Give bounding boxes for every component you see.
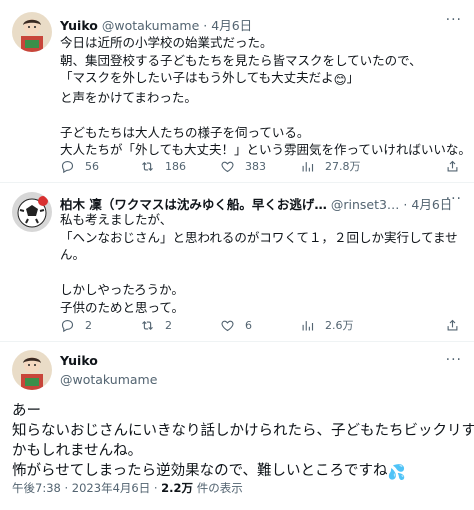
tweet-1[interactable]: Yuiko @wotakumame · 4月6日 ··· 今日は近所の小学校の始…: [0, 0, 474, 182]
handle[interactable]: @wotakumame: [102, 18, 199, 33]
handle[interactable]: @rinset3…: [331, 197, 400, 212]
retweet-button[interactable]: 186: [140, 159, 220, 174]
tweet-full-date[interactable]: 2023年4月6日: [72, 481, 150, 495]
separator: ·: [64, 481, 69, 495]
text-line: 朝、集団登校する子どもたちを見たら皆マスクをしていたので、: [60, 52, 422, 68]
display-name[interactable]: Yuiko: [60, 18, 98, 33]
reply-button[interactable]: 2: [60, 318, 140, 333]
views-button[interactable]: 2.6万: [300, 317, 420, 333]
share-button[interactable]: [445, 159, 460, 174]
text-line: ん。: [60, 247, 86, 262]
text-line: 「マスクを外したい子はもう外しても大丈夫だよ😊」: [60, 69, 460, 89]
display-name[interactable]: Yuiko: [60, 353, 98, 368]
divider: [0, 341, 474, 342]
text-line: と声をかけてまわった。: [60, 89, 197, 105]
tweet-time[interactable]: 午後7:38: [12, 481, 61, 495]
avatar[interactable]: [12, 12, 52, 52]
text-fragment: 」: [346, 70, 360, 85]
tweet-date[interactable]: 4月6日: [211, 18, 252, 33]
text-fragment: 「マスクを外したい子はもう外しても大丈夫だよ: [60, 70, 334, 85]
text-line: 「ヘンなおじさん」と思われるのがコワくて１，２回しか実行してませ: [60, 229, 458, 245]
views-label: 件の表示: [196, 481, 243, 495]
tweet-header: Yuiko @wotakumame · 4月6日: [60, 15, 252, 34]
reply-icon: [60, 318, 75, 333]
more-icon[interactable]: ···: [446, 352, 462, 368]
action-bar: 56 186 383 27.8万: [60, 157, 460, 175]
smile-emoji-icon: 😊: [333, 72, 347, 87]
main-tweet-text: あー 知らないおじさんにいきなり話しかけられたら、子どもたちビックリする かもし…: [12, 401, 474, 483]
retweet-button[interactable]: 2: [140, 318, 220, 333]
retweet-count: 186: [165, 159, 186, 173]
views-icon: [300, 159, 315, 174]
text-fragment: 怖がらせてしまったら逆効果なので、難しいところですね: [12, 463, 388, 479]
sweat-drops-icon: 💦: [387, 465, 406, 481]
tweet-text: 今日は近所の小学校の始業式だった。 朝、集団登校する子どもたちを見たら皆マスクを…: [60, 34, 471, 159]
separator: ·: [153, 481, 158, 495]
text-line: 大人たちが「外しても大丈夫！」という雰囲気を作っていければいいな。: [60, 142, 471, 157]
action-bar: 2 2 6 2.6万: [60, 316, 460, 334]
share-icon: [445, 159, 460, 174]
tweet-meta: 午後7:38 · 2023年4月6日 · 2.2万 件の表示: [12, 480, 243, 496]
retweet-count: 2: [165, 318, 172, 332]
like-button[interactable]: 383: [220, 159, 300, 174]
tweet-text: 私も考えましたが、 「ヘンなおじさん」と思われるのがコワくて１，２回しか実行して…: [60, 211, 460, 316]
text-line: あー: [12, 403, 41, 419]
like-count: 6: [245, 318, 252, 332]
like-icon: [220, 159, 235, 174]
views-count: 2.6万: [325, 319, 354, 332]
reply-icon: [60, 159, 75, 174]
reply-count: 56: [85, 159, 99, 173]
like-icon: [220, 318, 235, 333]
views-icon: [300, 318, 315, 333]
share-button[interactable]: [445, 318, 460, 333]
display-name[interactable]: 柏木 凜（ワクマスは沈みゆく船。早くお逃げ…: [60, 197, 327, 212]
handle[interactable]: @wotakumame: [60, 372, 157, 387]
separator: ·: [403, 197, 408, 212]
text-line: しかしやったろうか。: [60, 282, 184, 297]
views-button[interactable]: 27.8万: [300, 158, 420, 174]
like-button[interactable]: 6: [220, 318, 300, 333]
text-line: 子どもたちは大人たちの様子を伺っている。: [60, 124, 310, 140]
avatar[interactable]: [12, 192, 52, 232]
retweet-icon: [140, 318, 155, 333]
avatar[interactable]: [12, 350, 52, 390]
text-line: 私も考えましたが、: [60, 212, 173, 227]
tweet-2[interactable]: 柏木 凜（ワクマスは沈みゆく船。早くお逃げ… @rinset3… · 4月6日 …: [0, 183, 474, 341]
views-count: 27.8万: [325, 160, 361, 173]
text-line: かもしれませんね。: [12, 443, 143, 459]
text-line: 知らないおじさんにいきなり話しかけられたら、子どもたちビックリする: [12, 423, 474, 439]
more-icon[interactable]: ···: [446, 191, 462, 207]
more-icon[interactable]: ···: [446, 12, 462, 28]
reply-button[interactable]: 56: [60, 159, 140, 174]
separator: ·: [203, 18, 208, 33]
text-line: 今日は近所の小学校の始業式だった。: [60, 35, 273, 50]
retweet-icon: [140, 159, 155, 174]
like-count: 383: [245, 159, 266, 173]
text-line: 子供のためと思って。: [60, 299, 185, 315]
view-count: 2.2万: [161, 481, 194, 495]
reply-count: 2: [85, 318, 92, 332]
share-icon: [445, 318, 460, 333]
